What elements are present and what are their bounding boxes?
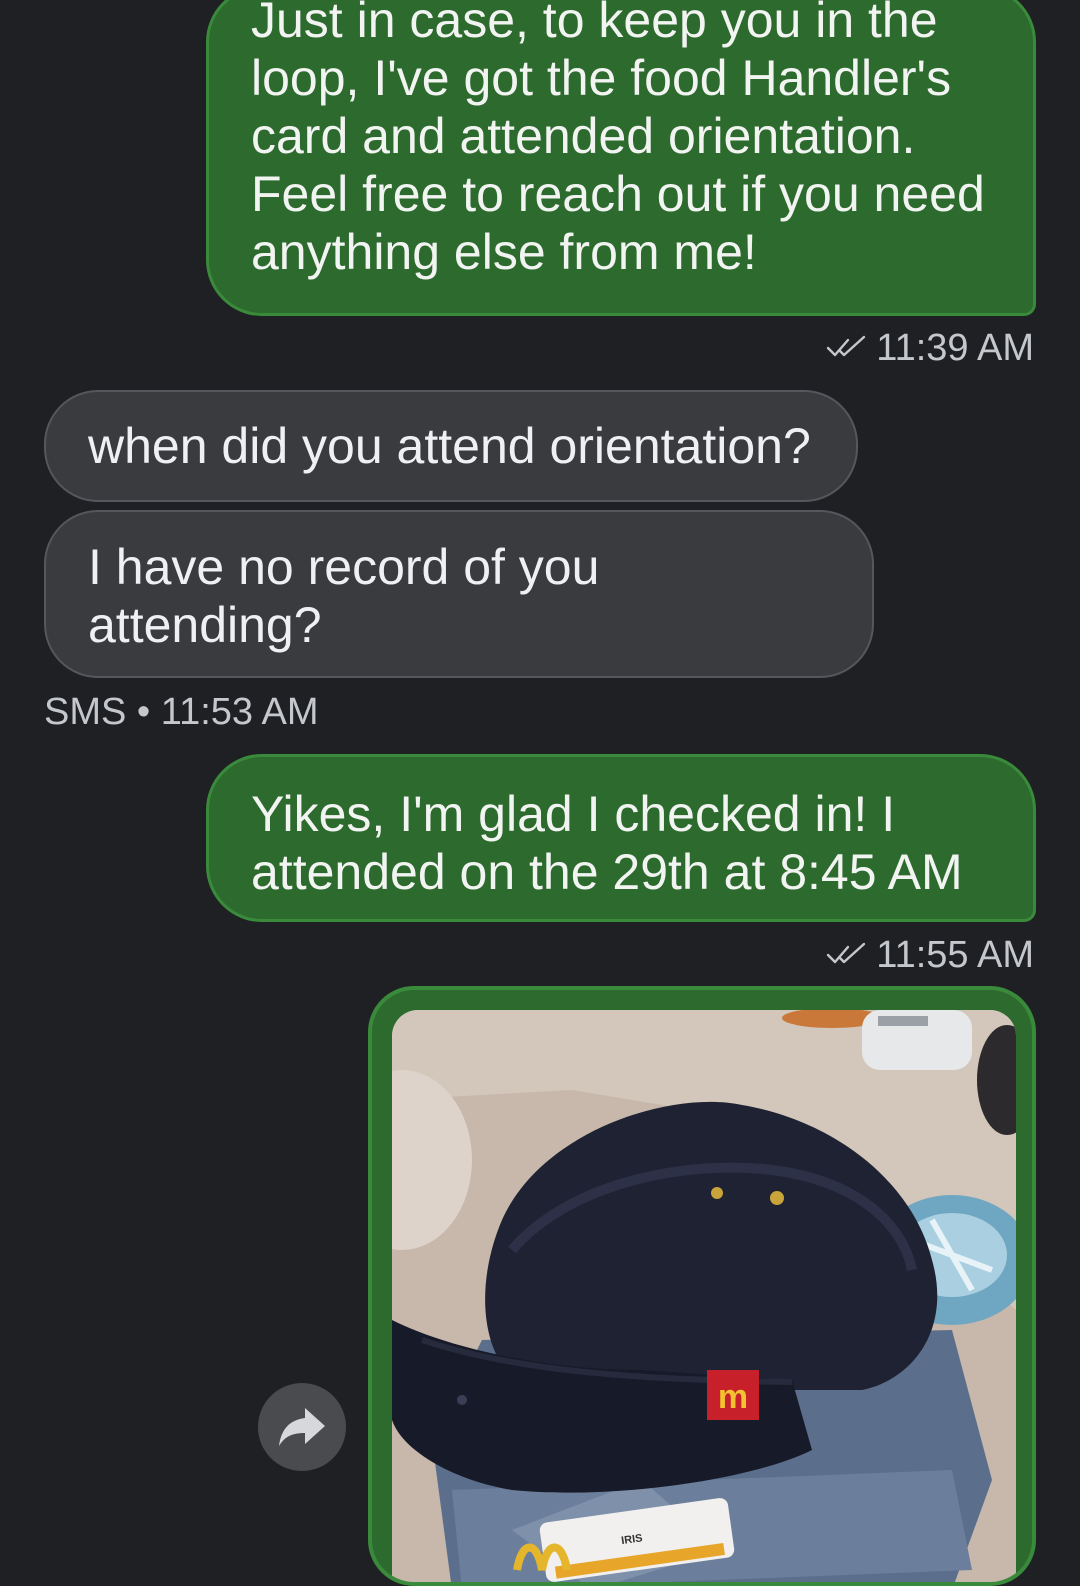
- message-line: card and attended orientation.: [251, 108, 916, 164]
- incoming-message[interactable]: when did you attend orientation?: [44, 390, 858, 502]
- incoming-message[interactable]: I have no record of you attending?: [44, 510, 874, 678]
- message-line: loop, I've got the food Handler's: [251, 50, 952, 106]
- outgoing-message[interactable]: Yikes, I'm glad I checked in! I attended…: [206, 754, 1036, 922]
- message-line: Just in case, to keep you in the: [251, 0, 938, 48]
- attached-photo[interactable]: m IRIS: [392, 1010, 1016, 1582]
- logo-patch: m: [718, 1378, 748, 1416]
- message-meta: SMS • 11:53 AM: [44, 691, 319, 733]
- message-timestamp: 11:39 AM: [826, 326, 1034, 370]
- image-message[interactable]: m IRIS: [368, 986, 1036, 1586]
- message-line: attended on the 29th at 8:45 AM: [251, 844, 963, 900]
- message-text: when did you attend orientation?: [88, 418, 811, 474]
- double-check-icon: [827, 942, 866, 964]
- message-line: I have no record of you: [88, 539, 600, 595]
- outgoing-message[interactable]: Just in case, to keep you in the loop, I…: [206, 0, 1036, 316]
- cap-photo-illustration: m IRIS: [392, 1010, 1016, 1582]
- timestamp-text: 11:39 AM: [876, 327, 1034, 369]
- message-line: anything else from me!: [251, 224, 757, 280]
- message-timestamp: 11:55 AM: [826, 933, 1034, 977]
- double-check-icon: [827, 335, 866, 357]
- forward-arrow-icon: [279, 1408, 325, 1446]
- share-button[interactable]: [258, 1383, 346, 1471]
- message-line: Yikes, I'm glad I checked in! I: [251, 786, 896, 842]
- timestamp-text: 11:55 AM: [876, 934, 1034, 976]
- message-line: Feel free to reach out if you need: [251, 166, 985, 222]
- message-line: attending?: [88, 597, 322, 653]
